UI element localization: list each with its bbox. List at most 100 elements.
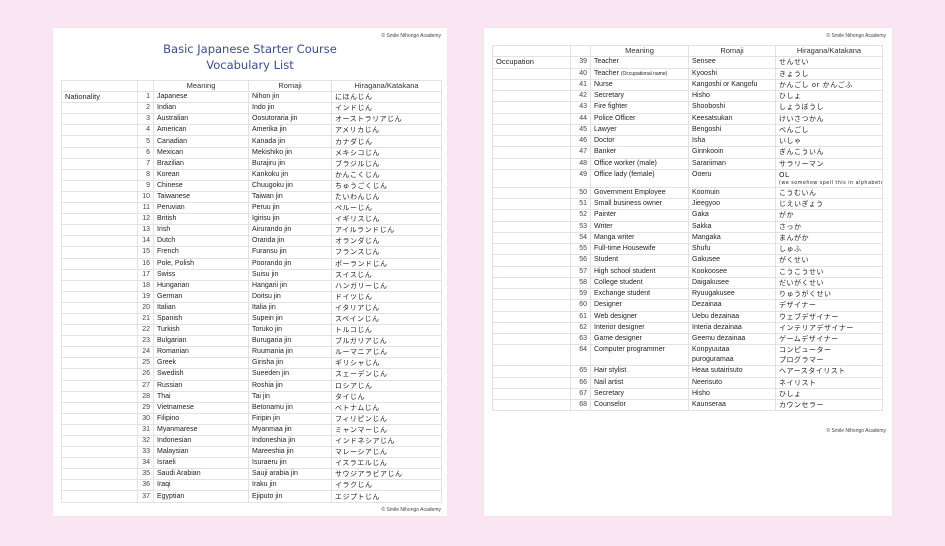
table-row: 42 Secretary Hisho ひしょ: [492, 89, 883, 103]
kana-text: ちゅうごくじん: [335, 181, 388, 190]
romaji-cell: Oranda jin: [248, 235, 332, 248]
table-row: 52 Painter Gaka がか: [492, 209, 883, 222]
table-row: 64 Computer programmer Konpyuutaa puroguram…: [492, 344, 883, 367]
row-number: 21: [137, 312, 154, 326]
row-number: 18: [137, 279, 154, 292]
kana-cell: べんごし: [775, 123, 883, 137]
meaning-text: Interior designer: [594, 323, 645, 331]
category-cell: [492, 265, 571, 278]
meaning-cell: Nurse: [590, 78, 689, 92]
kana-cell: OL (we somehow spell this in alphabets): [775, 168, 883, 188]
category-cell: [492, 287, 571, 301]
meaning-cell: Pole, Polish: [153, 257, 249, 270]
category-cell: [61, 290, 138, 303]
meaning-text: Canadian: [157, 137, 187, 145]
meaning-text: Mexican: [157, 148, 184, 156]
table-row: 60 Designer Dezainaa デザイナー: [492, 299, 883, 312]
romaji-cell: Italia jin: [248, 301, 332, 314]
meaning-cell: Interior designer: [590, 321, 689, 335]
kana-text: サウジアラビアじん: [335, 470, 403, 479]
romaji-text: Gakusee: [692, 256, 721, 264]
meaning-text: Irish: [157, 226, 171, 234]
row-number: 32: [137, 434, 154, 448]
kana-cell: ネイリスト: [775, 376, 883, 389]
meaning-text: Nurse: [594, 80, 613, 88]
kana-text: サラリーマン: [779, 159, 824, 168]
romaji-text: Mangaka: [692, 233, 721, 241]
row-number: 47: [570, 146, 591, 159]
meaning-text: Bulgarian: [157, 337, 187, 345]
meaning-cell: Swedish: [153, 368, 249, 381]
meaning-text: Small business owner: [594, 200, 663, 208]
kana-cell: にほんじん: [331, 91, 442, 104]
header-meaning: Meaning: [590, 44, 689, 58]
copyright-notice: © Smile Nihongo Academy: [381, 33, 441, 39]
romaji-text: Suisu jin: [252, 270, 279, 278]
kana-text: OL: [779, 170, 790, 179]
meaning-text: Teacher: [594, 58, 619, 66]
kana-text: べんごし: [779, 125, 809, 134]
table-row: 7 Brazilian Burajiru jin ブラジルじん: [61, 157, 442, 170]
row-number: 58: [570, 276, 591, 290]
romaji-cell: Gakusee: [688, 254, 776, 267]
kana-cell: だいがくせい: [775, 276, 883, 290]
kana-text: オランダじん: [335, 237, 380, 246]
row-number: 33: [137, 446, 154, 459]
meaning-cell: High school student: [590, 265, 689, 278]
kana-text: コンピューター: [779, 346, 832, 355]
table-row: 31 Myanmarese Myanmaa jin ミャンマーじん: [61, 423, 442, 437]
romaji-cell: Airurando jin: [248, 224, 332, 237]
meaning-cell: Canadian: [153, 135, 249, 148]
meaning-text: Filipino: [157, 414, 180, 422]
table-row: 46 Doctor Isha いしゃ: [492, 134, 883, 148]
romaji-text: Jieegyoo: [692, 200, 721, 208]
meaning-cell: Korean: [153, 168, 249, 181]
romaji-cell: Koomuin: [688, 186, 776, 200]
romaji-cell: Ginnkooin: [688, 146, 776, 159]
row-number: 9: [137, 179, 154, 192]
kana-cell: イスラエルじん: [331, 457, 442, 470]
category-cell: [61, 423, 138, 437]
meaning-cell: Indian: [153, 102, 249, 115]
category-cell: [61, 257, 138, 270]
kana-cell: がくせい: [775, 254, 883, 267]
romaji-cell: Kookoosee: [688, 265, 776, 278]
meaning-text: Swiss: [157, 270, 176, 278]
category-cell: [61, 235, 138, 248]
table-row: 15 French Furansu jin フランスじん: [61, 246, 442, 259]
romaji-text: Kangoshi or Kangofu: [692, 80, 758, 88]
category-cell: [61, 213, 138, 226]
romaji-text: Supein jin: [252, 315, 283, 323]
meaning-cell: College student: [590, 276, 689, 290]
row-number: 26: [137, 368, 154, 381]
kana-cell: がか: [775, 209, 883, 222]
header-meaning: Meaning: [153, 79, 249, 93]
kana-text: じえいぎょう: [779, 200, 824, 209]
romaji-cell: Dezainaa: [688, 299, 776, 312]
meaning-cell: Thai: [153, 390, 249, 403]
meaning-cell: Doctor: [590, 134, 689, 148]
row-number: 25: [137, 357, 154, 370]
romaji-text: Isuraeru jin: [252, 459, 287, 467]
meaning-text: Banker: [594, 148, 617, 156]
table-header-row: Meaning Romaji Hiragana/Katakana: [61, 79, 442, 93]
occupation-rows: Occupation 39 Teacher Sensee せんせい 40 Teacher (…: [492, 56, 883, 412]
romaji-cell: Furansu jin: [248, 246, 332, 259]
meaning-cell: Web designer: [590, 310, 689, 323]
romaji-cell: Hisho: [688, 387, 776, 401]
table-row: 35 Saudi Arabian Sauji arabia jin サウジアラビアじん: [61, 468, 442, 481]
romaji-text: Iraku jin: [252, 481, 277, 489]
row-number: 7: [137, 157, 154, 170]
meaning-text: Swedish: [157, 370, 184, 378]
kana-cell: アイルランドじん: [331, 224, 442, 237]
romaji-text: Burugaria jin: [252, 337, 292, 345]
romaji-text: Sarariiman: [692, 159, 726, 167]
category-cell: [61, 324, 138, 337]
romaji-text: Chuugoku jin: [252, 181, 293, 189]
romaji-text: Interia dezainaa: [692, 323, 742, 331]
occupation-vocabulary-table: Meaning Romaji Hiragana/Katakana Occupat…: [492, 44, 883, 412]
row-number: 35: [137, 468, 154, 481]
table-row: 30 Filipino Firipin jin フィリピンじん: [61, 412, 442, 425]
romaji-text: Ryuugakusee: [692, 290, 735, 298]
kana-cell: アメリカじん: [331, 124, 442, 137]
